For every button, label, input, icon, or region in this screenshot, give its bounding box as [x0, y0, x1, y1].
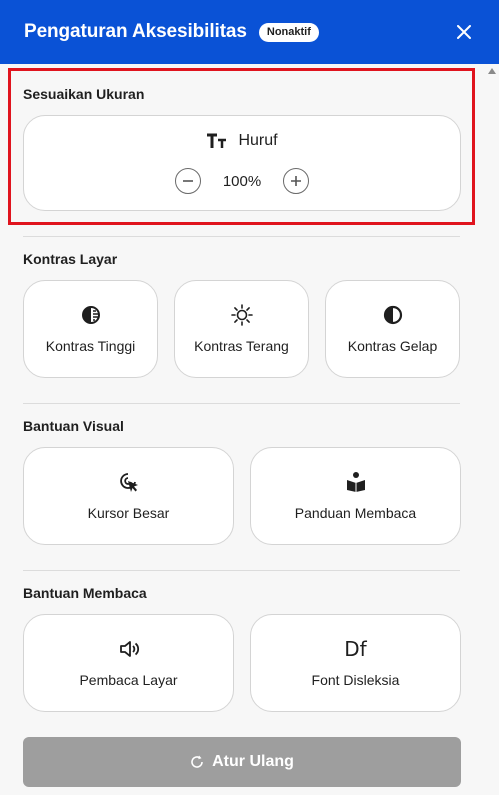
cursor-icon: [119, 473, 138, 492]
screen-reader-button[interactable]: Pembaca Layar: [23, 614, 234, 712]
screen-reader-label: Pembaca Layar: [79, 672, 178, 688]
section-title-contrast: Kontras Layar: [23, 251, 118, 267]
header: Pengaturan Aksesibilitas Nonaktif: [0, 0, 499, 64]
close-icon: [457, 25, 471, 39]
large-cursor-label: Kursor Besar: [87, 505, 170, 521]
divider: [23, 236, 460, 237]
font-size-card: Huruf 100%: [23, 115, 461, 211]
scrollbar[interactable]: [484, 64, 499, 795]
high-contrast-icon: [81, 306, 100, 324]
reading-guide-label: Panduan Membaca: [294, 505, 417, 521]
divider: [23, 570, 460, 571]
high-contrast-button[interactable]: Kontras Tinggi: [23, 280, 158, 378]
text-size-icon: [207, 133, 227, 148]
font-size-label: Huruf: [238, 132, 278, 149]
increase-font-button[interactable]: [283, 168, 309, 194]
font-size-value: 100%: [222, 172, 262, 190]
plus-circle-icon: [291, 176, 301, 186]
status-badge: Nonaktif: [258, 22, 319, 42]
sun-icon: [230, 304, 253, 326]
reading-guide-icon: [346, 472, 365, 492]
light-contrast-label: Kontras Terang: [194, 338, 289, 354]
scroll-up-icon[interactable]: [488, 68, 496, 74]
light-contrast-button[interactable]: Kontras Terang: [174, 280, 309, 378]
section-title-visual: Bantuan Visual: [23, 418, 124, 434]
reading-guide-button[interactable]: Panduan Membaca: [250, 447, 461, 545]
dyslexia-font-icon: Df: [344, 637, 367, 661]
high-contrast-label: Kontras Tinggi: [45, 338, 136, 354]
speaker-icon: [119, 641, 139, 657]
dyslexia-font-label: Font Disleksia: [311, 672, 400, 688]
dark-contrast-icon: [383, 305, 402, 325]
page-title: Pengaturan Aksesibilitas: [24, 21, 247, 42]
decrease-font-button[interactable]: [175, 168, 201, 194]
section-title-size: Sesuaikan Ukuran: [23, 86, 145, 102]
dyslexia-font-button[interactable]: Df Font Disleksia: [250, 614, 461, 712]
reset-label: Atur Ulang: [212, 753, 294, 770]
section-title-reading: Bantuan Membaca: [23, 585, 147, 601]
dark-contrast-button[interactable]: Kontras Gelap: [325, 280, 460, 378]
divider: [23, 403, 460, 404]
large-cursor-button[interactable]: Kursor Besar: [23, 447, 234, 545]
reset-button[interactable]: Atur Ulang: [23, 737, 461, 787]
minus-circle-icon: [183, 180, 193, 182]
close-button[interactable]: [453, 21, 475, 43]
refresh-icon: [191, 755, 203, 768]
dark-contrast-label: Kontras Gelap: [347, 338, 438, 354]
